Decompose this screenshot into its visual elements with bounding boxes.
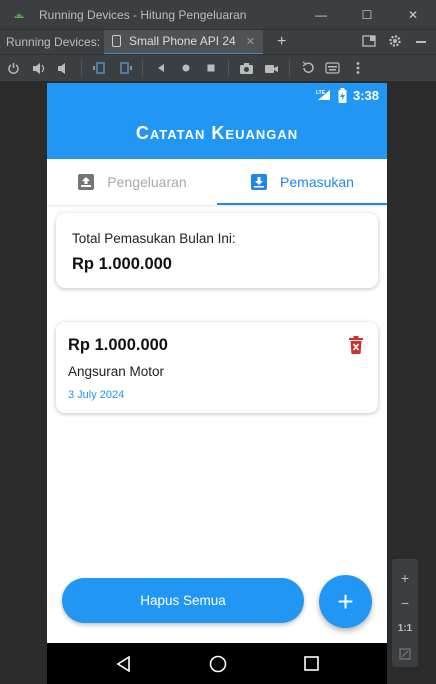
snapshot-icon[interactable] <box>300 61 315 76</box>
power-icon[interactable] <box>6 61 21 76</box>
overview-icon[interactable] <box>203 61 218 76</box>
inbox-icon <box>251 174 268 190</box>
add-fab-button[interactable]: + <box>319 575 372 628</box>
tab-bar: Pengeluaran Pemasukan <box>47 159 387 205</box>
toolbar-divider <box>228 60 229 76</box>
total-label: Total Pemasukan Bulan Ini: <box>72 231 236 246</box>
emulator-toolbar <box>0 54 436 82</box>
clear-all-button[interactable]: Hapus Semua <box>62 578 304 623</box>
minimize-panel-icon[interactable] <box>414 34 428 48</box>
device-screen: LTE 3:38 Catatan Keuangan Pengeluaran Pe… <box>47 83 387 684</box>
gear-icon[interactable] <box>388 34 402 48</box>
lte-signal-icon: LTE <box>316 90 330 100</box>
window-title: Running Devices - Hitung Pengeluaran <box>39 7 247 22</box>
zoom-out-button[interactable]: − <box>401 591 409 617</box>
total-value: Rp 1.000.000 <box>72 255 172 273</box>
running-devices-tabbar: Running Devices: Small Phone API 24 ✕ + <box>0 29 436 55</box>
zoom-in-button[interactable]: + <box>401 565 409 591</box>
volume-down-icon[interactable] <box>56 61 71 76</box>
list-item[interactable]: Rp 1.000.000 Angsuran Motor 3 July 2024 <box>56 322 378 413</box>
tab-pengeluaran[interactable]: Pengeluaran <box>47 159 217 205</box>
camera-icon[interactable] <box>239 61 254 76</box>
maximize-button[interactable]: ☐ <box>344 0 390 29</box>
device-tab[interactable]: Small Phone API 24 ✕ <box>104 29 263 55</box>
tab-pemasukan-label: Pemasukan <box>280 174 354 190</box>
nav-home-icon[interactable] <box>209 655 227 673</box>
volume-up-icon[interactable] <box>31 61 46 76</box>
tab-pemasukan[interactable]: Pemasukan <box>217 159 387 205</box>
tabbar-right-icons <box>362 34 428 48</box>
add-device-button[interactable]: + <box>277 33 286 51</box>
status-time: 3:38 <box>352 87 379 103</box>
toolbar-divider <box>81 60 82 76</box>
battery-icon <box>338 87 347 103</box>
ide-title-bar: Running Devices - Hitung Pengeluaran — ☐… <box>0 0 436 29</box>
toolbar-divider <box>142 60 143 76</box>
item-date: 3 July 2024 <box>68 389 125 401</box>
status-bar: LTE 3:38 <box>47 83 387 107</box>
outbox-icon <box>78 174 95 190</box>
minimize-button[interactable]: — <box>298 0 344 29</box>
nav-back-icon[interactable] <box>116 655 132 672</box>
delete-icon[interactable] <box>348 336 364 354</box>
close-button[interactable]: ✕ <box>390 0 436 29</box>
video-icon[interactable] <box>264 61 279 76</box>
rotate-left-icon[interactable] <box>92 61 107 76</box>
app-bar: Catatan Keuangan <box>47 107 387 159</box>
home-icon[interactable] <box>178 61 193 76</box>
toolbar-divider <box>289 60 290 76</box>
svg-text:LTE: LTE <box>316 90 326 96</box>
more-icon[interactable] <box>350 61 365 76</box>
back-icon[interactable] <box>153 61 168 76</box>
rotate-right-icon[interactable] <box>117 61 132 76</box>
running-devices-label: Running Devices: <box>6 35 101 49</box>
item-amount: Rp 1.000.000 <box>68 336 168 354</box>
nav-overview-icon[interactable] <box>303 656 319 671</box>
keyboard-icon[interactable] <box>325 61 340 76</box>
layout-icon[interactable] <box>362 34 376 48</box>
phone-icon <box>112 35 121 47</box>
system-nav-bar <box>47 643 387 684</box>
device-tab-label: Small Phone API 24 <box>129 34 236 48</box>
fit-screen-icon <box>399 648 411 660</box>
item-description: Angsuran Motor <box>68 364 165 379</box>
tab-pengeluaran-label: Pengeluaran <box>107 174 187 190</box>
fit-screen-button[interactable] <box>399 642 411 668</box>
zoom-panel: + − 1:1 <box>392 559 418 667</box>
close-tab-icon[interactable]: ✕ <box>246 35 255 48</box>
total-card: Total Pemasukan Bulan Ini: Rp 1.000.000 <box>56 213 378 288</box>
app-title: Catatan Keuangan <box>135 122 299 143</box>
zoom-actual-size-button[interactable]: 1:1 <box>398 616 412 642</box>
android-studio-icon <box>14 13 24 18</box>
